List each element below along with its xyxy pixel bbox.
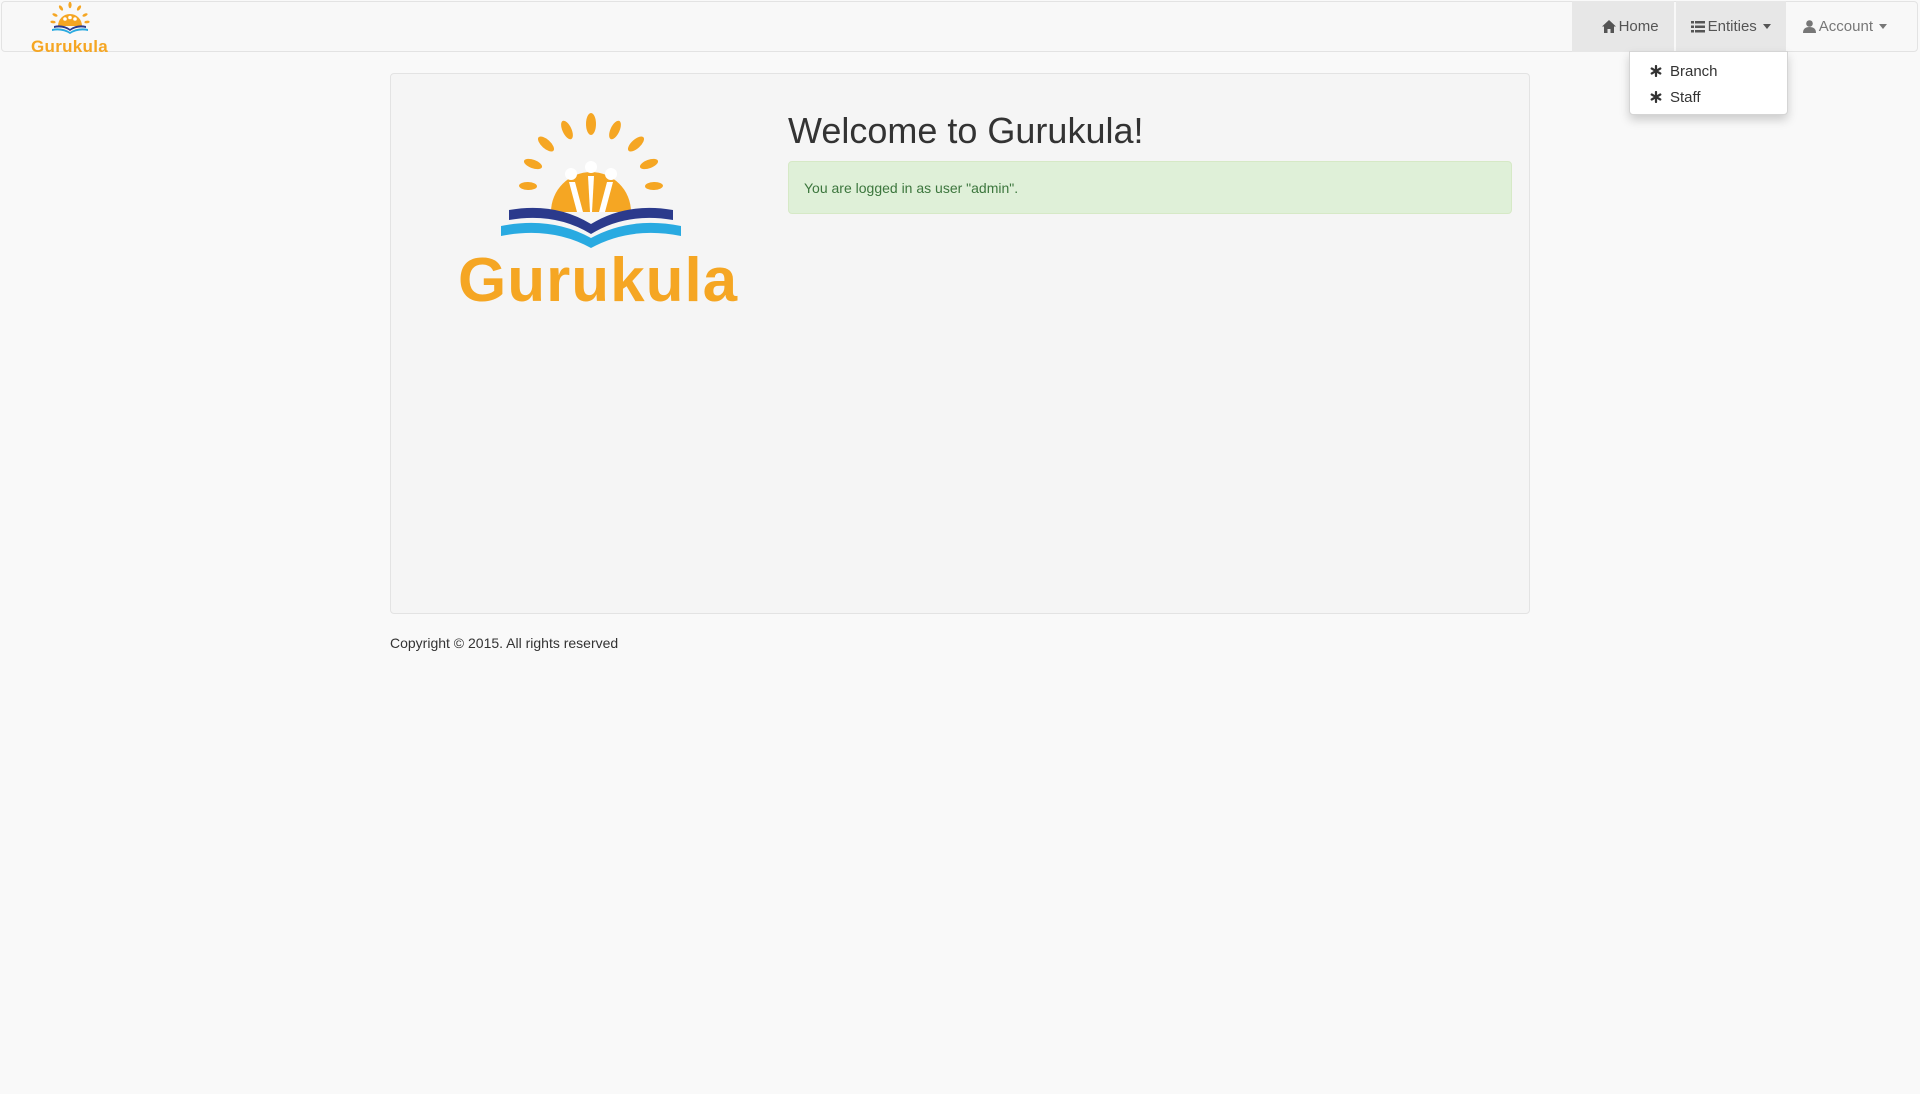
brand-text: Gurukula <box>31 37 109 56</box>
nav-account-label: Account <box>1818 18 1873 35</box>
brand-logo[interactable]: Gurukula <box>28 2 112 56</box>
gurukula-logo-icon <box>50 2 90 34</box>
nav-entities-label: Entities <box>1707 18 1757 35</box>
home-icon <box>1601 20 1616 33</box>
nav-menu: Home Entities Account <box>1570 1 1917 52</box>
user-icon <box>1802 20 1816 33</box>
menu-item-branch-label: Branch <box>1670 62 1718 80</box>
chevron-down-icon <box>1762 24 1771 29</box>
page-title: Welcome to Gurukula! <box>788 110 1144 151</box>
asterisk-icon <box>1650 65 1670 77</box>
nav-entities[interactable]: Entities <box>1675 1 1786 52</box>
nav-home-label: Home <box>1618 18 1659 35</box>
chevron-down-icon <box>1879 24 1887 29</box>
nav-account[interactable]: Account <box>1788 1 1917 52</box>
hero-unit: Gurukula Welcome to Gurukula! You are lo… <box>390 73 1530 614</box>
alert-text: You are logged in as user "admin". <box>804 179 1019 196</box>
menu-item-staff[interactable]: Staff <box>1630 84 1787 110</box>
menu-item-branch[interactable]: Branch <box>1630 58 1787 84</box>
nav-home[interactable]: Home <box>1571 1 1674 52</box>
hero-logo-text: Gurukula <box>458 246 739 315</box>
entities-dropdown-menu: Branch Staff <box>1629 51 1788 115</box>
list-icon <box>1690 20 1705 33</box>
asterisk-icon <box>1650 91 1670 103</box>
copyright-text: Copyright © 2015. All rights reserved <box>390 635 619 651</box>
footer: Copyright © 2015. All rights reserved <box>390 635 618 651</box>
top-navbar: Gurukula Home Entities Account <box>1 1 1918 56</box>
login-status-alert: You are logged in as user "admin". <box>788 161 1512 214</box>
menu-item-staff-label: Staff <box>1670 88 1701 106</box>
